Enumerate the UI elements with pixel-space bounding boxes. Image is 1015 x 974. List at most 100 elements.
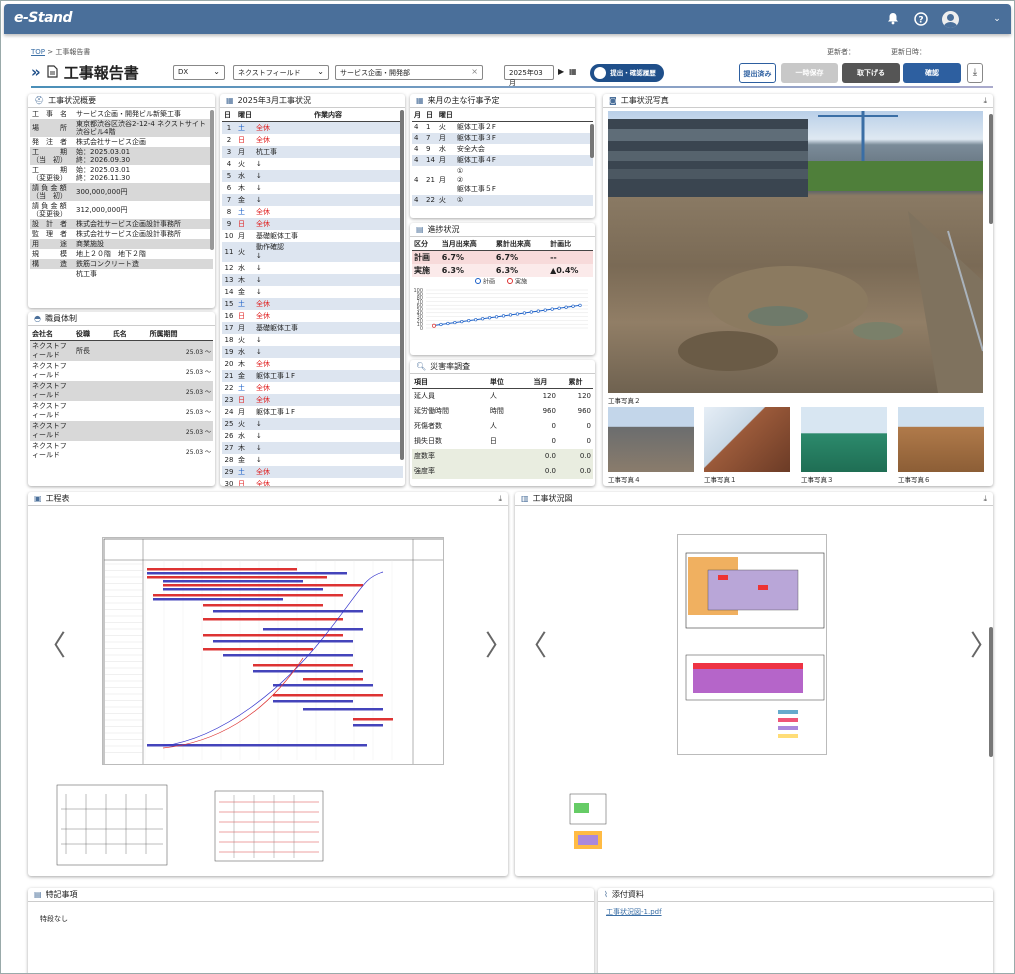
- download-icon[interactable]: ⤓: [498, 494, 502, 504]
- march-row: 5 水 ↓: [222, 170, 403, 182]
- march-row: 15 土 全休: [222, 298, 403, 310]
- breadcrumb-top-link[interactable]: TOP: [31, 48, 45, 56]
- main-photo[interactable]: [608, 111, 983, 393]
- schedule-document[interactable]: [102, 537, 444, 765]
- breadcrumb: TOP > 工事報告書: [31, 47, 90, 57]
- clear-icon[interactable]: ×: [471, 67, 478, 76]
- march-weekday: 火: [238, 336, 245, 344]
- next-row: 4 21 月 ① ② 躯体工事５F: [412, 166, 593, 195]
- app-logo[interactable]: e-Stand: [14, 10, 73, 26]
- download-icon[interactable]: ⤓: [967, 63, 983, 83]
- staff-col-header: 役職: [74, 328, 111, 341]
- download-icon[interactable]: ⤓: [983, 494, 987, 504]
- plan-point: [564, 305, 568, 309]
- thumb-photo-6[interactable]: [898, 407, 984, 472]
- thumb-photo-4[interactable]: [608, 407, 694, 472]
- history-label: 提出・確認履歴: [610, 69, 656, 77]
- download-icon[interactable]: ⤓: [983, 96, 987, 106]
- gantt-bar: [147, 572, 347, 575]
- disaster-cell: 死傷者数: [414, 422, 442, 430]
- disaster-col-header: 累計: [557, 376, 593, 389]
- march-day: 21: [224, 372, 234, 380]
- bell-icon[interactable]: [886, 12, 900, 26]
- next-month-icon[interactable]: ▶: [558, 67, 564, 76]
- progress-cell: 6.7%: [441, 253, 464, 262]
- plan-point: [557, 306, 561, 310]
- history-button[interactable]: 提出・確認履歴: [590, 64, 664, 82]
- attachment-link[interactable]: 工事状況図-1.pdf: [606, 907, 662, 917]
- division-select[interactable]: DX ⌄: [173, 65, 225, 80]
- march-weekday: 木: [238, 360, 245, 368]
- temp-save-button[interactable]: 一時保存: [781, 63, 838, 83]
- march-weekday: 日: [238, 136, 245, 144]
- plan-point: [467, 319, 471, 323]
- march-weekday: 金: [238, 456, 245, 464]
- next-cell: 4: [414, 134, 419, 142]
- user-avatar-icon[interactable]: [942, 11, 959, 28]
- disaster-cell: 延人員: [414, 392, 435, 401]
- scrollbar[interactable]: [210, 110, 214, 250]
- march-row: 11 火 動作確認 ↓: [222, 242, 403, 262]
- remarks-text: 特段なし: [40, 915, 68, 923]
- march-day: 15: [224, 300, 234, 308]
- gantt-bar: [223, 654, 353, 657]
- next-cell: 火: [438, 123, 446, 131]
- schedule-thumb-2[interactable]: [214, 790, 324, 862]
- calendar-icon[interactable]: ▦: [569, 67, 577, 76]
- thumb-caption-3: 工事写真３: [801, 476, 834, 484]
- scrollbar[interactable]: [989, 114, 993, 224]
- next-arrow-icon[interactable]: 〉: [485, 624, 508, 664]
- march-row: 3 月 杭工事: [222, 146, 403, 158]
- next-cell: 月: [438, 176, 446, 184]
- search-icon: 🔍︎: [416, 362, 427, 371]
- schedule-thumb-1[interactable]: [56, 784, 168, 866]
- staff-col-header: 所属期間: [147, 328, 213, 341]
- plan-point: [474, 318, 478, 322]
- breadcrumb-separator: >: [47, 48, 54, 56]
- submitted-button[interactable]: 提出済み: [739, 63, 776, 83]
- withdraw-button[interactable]: 取下げる: [842, 63, 900, 83]
- progress-col-header: 当月出来高: [439, 238, 494, 251]
- header-divider: [31, 86, 993, 88]
- month-input[interactable]: 2025年03月: [504, 65, 554, 87]
- status-map-thumb[interactable]: [568, 789, 608, 861]
- march-day: 25: [224, 420, 234, 428]
- march-col-header: 曜日: [236, 109, 254, 122]
- scrollbar[interactable]: [400, 110, 404, 460]
- march-work: 全休: [256, 135, 270, 144]
- staff-rows: 会社名 役職 氏名 所属期間 ネクストフィールド 所長 25.03 ～ ネクストフィールド 25…: [30, 328, 213, 461]
- march-row: 1 土 全休: [222, 121, 403, 134]
- staff-row: ネクストフィールド 所長 25.03 ～: [30, 340, 213, 361]
- status-map-document[interactable]: [677, 534, 827, 755]
- department-select[interactable]: サービス企画・開発部 ×: [335, 65, 483, 80]
- staff-cell: [74, 421, 111, 441]
- progress-cell: --: [550, 253, 557, 262]
- scrollbar[interactable]: [989, 627, 993, 757]
- prev-arrow-icon[interactable]: 〈: [519, 624, 547, 664]
- march-day: 4: [226, 160, 232, 168]
- thumb-photo-1[interactable]: [704, 407, 790, 472]
- prev-arrow-icon[interactable]: 〈: [38, 624, 66, 664]
- scrollbar[interactable]: [590, 124, 594, 158]
- staff-table: 会社名 役職 氏名 所属期間 ネクストフィールド 所長 25.03 ～ ネクストフィールド 25…: [28, 326, 215, 463]
- chevron-down-icon[interactable]: ⌄: [990, 12, 1004, 26]
- march-weekday: 月: [238, 148, 245, 156]
- disaster-cell: 日: [489, 437, 497, 445]
- thumb-caption-6: 工事写真６: [898, 476, 931, 484]
- gantt-bar: [273, 700, 353, 703]
- company-select[interactable]: ネクストフィールド ⌄: [233, 65, 329, 80]
- march-day: 3: [226, 148, 232, 156]
- help-icon[interactable]: ?: [914, 12, 928, 26]
- thumb-photo-3[interactable]: [801, 407, 887, 472]
- helmet-icon: ◓: [34, 314, 41, 323]
- legend-actual-marker: [507, 278, 513, 284]
- confirm-button[interactable]: 確認: [903, 63, 961, 83]
- next-cell: 4: [414, 145, 419, 153]
- disaster-cell: 人: [489, 422, 497, 430]
- next-cell: 火: [438, 196, 446, 204]
- progress-icon: ▤: [416, 225, 424, 234]
- disaster-header: 🔍︎ 災害率調査: [410, 360, 595, 374]
- overview-label: 構 造: [32, 260, 67, 268]
- gantt-bar: [153, 594, 343, 597]
- overview-label: 監 理 者: [32, 230, 67, 238]
